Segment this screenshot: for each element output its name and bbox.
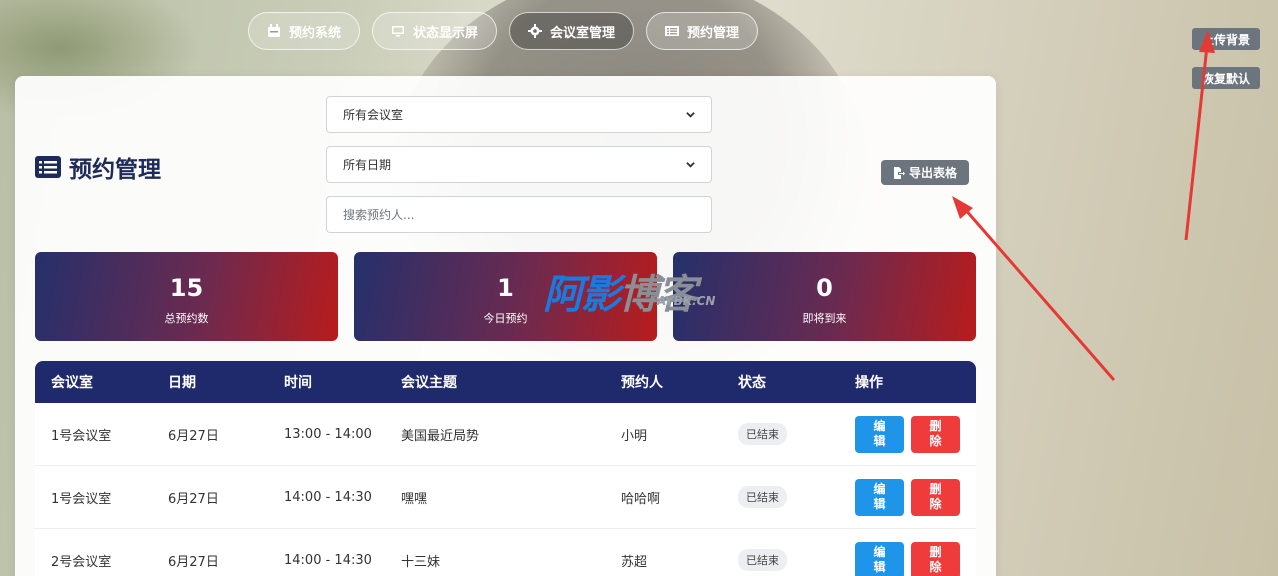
cell-status: 已结束 [722,549,839,571]
watermark-sub: AYBK.CN [657,294,716,308]
export-table-button[interactable]: 导出表格 [881,160,970,185]
stat-value: 15 [169,274,204,302]
delete-label: 删 [929,545,942,559]
cell-time: 13:00 - 14:00 [284,426,372,442]
table-row: 2号会议室 6月27日 14:00 - 14:30 十三妹 苏超 已结束 编辑 … [35,529,976,576]
cell-room: 1号会议室 [51,428,112,444]
nav-label: 预约系统 [289,25,342,41]
cell-actions: 编辑 删除 [839,541,976,576]
list-icon [665,26,680,36]
nav-room-management[interactable]: 会议室管理 [509,12,635,50]
nav-booking-management[interactable]: 预约管理 [646,12,759,50]
nav-label: 预约管理 [687,25,740,41]
edit-button[interactable]: 编辑 [855,541,904,576]
room-filter-value: 所有会议室 [343,108,404,122]
cell-status: 已结束 [722,423,839,445]
edit-button[interactable]: 编辑 [855,478,904,516]
cell-status: 已结束 [722,486,839,508]
status-badge: 已结束 [738,423,787,445]
edit-button[interactable]: 编辑 [855,415,904,453]
table-row: 1号会议室 6月27日 13:00 - 14:00 美国最近局势 小明 已结束 … [35,403,976,466]
file-export-icon [894,166,905,179]
status-badge: 已结束 [738,486,787,508]
list-icon [35,156,61,178]
cell-topic: 美国最近局势 [401,428,480,444]
cell-person: 哈哈啊 [621,491,661,507]
status-badge: 已结束 [738,549,787,571]
cell-actions: 编辑 删除 [839,415,976,453]
cell-topic: 十三妹 [401,554,441,570]
edit-label: 编 [873,545,886,559]
delete-label: 删 [929,419,942,433]
cell-topic: 嘿嘿 [401,491,428,507]
cell-date: 6月27日 [168,554,219,570]
cell-room: 2号会议室 [51,554,112,570]
cell-time: 14:00 - 14:30 [284,489,372,505]
column-header: 日期 [168,375,196,391]
edit-label: 编 [873,419,886,433]
monitor-icon [392,26,405,37]
delete-button[interactable]: 删除 [911,415,960,453]
top-nav: 预约系统 状态显示屏 会议室管理 预约管理 [248,12,759,50]
delete-label: 删 [929,482,942,496]
edit-label: 辑 [873,497,886,511]
column-header: 时间 [284,375,312,391]
chevron-down-icon [686,112,695,118]
booking-management-card: 预约管理 所有会议室 所有日期 搜索预约人... 导出表格 15 总预约数 1 … [15,76,996,576]
nav-label: 状态显示屏 [413,25,479,41]
column-header: 预约人 [621,375,663,391]
cell-date: 6月27日 [168,491,219,507]
export-label: 导出表格 [909,166,958,180]
nav-label: 会议室管理 [550,25,616,41]
table-header: 会议室 日期 时间 会议主题 预约人 状态 操作 [35,361,976,403]
edit-label: 编 [873,482,886,496]
search-placeholder: 搜索预约人... [343,208,415,222]
calendar-icon [268,24,280,37]
bookings-table: 会议室 日期 时间 会议主题 预约人 状态 操作 1号会议室 6月27日 13:… [35,361,976,576]
chevron-down-icon [686,162,695,168]
column-header: 状态 [738,375,766,391]
edit-label: 辑 [873,560,886,574]
cell-date: 6月27日 [168,428,219,444]
page-title: 预约管理 [35,150,161,184]
stat-label: 即将到来 [802,312,847,325]
cell-person: 小明 [621,428,648,444]
column-header: 会议室 [51,375,93,391]
stat-total-bookings: 15 总预约数 [35,252,338,341]
search-booker-input[interactable]: 搜索预约人... [326,196,712,233]
watermark-main: 阿影博客 [543,262,697,320]
date-filter-select[interactable]: 所有日期 [326,146,712,183]
cell-actions: 编辑 删除 [839,478,976,516]
column-header: 操作 [855,375,883,391]
cell-time: 14:00 - 14:30 [284,552,372,568]
delete-label: 除 [929,434,942,448]
room-filter-select[interactable]: 所有会议室 [326,96,712,133]
gear-icon [528,24,543,38]
watermark-logo: 阿影博客 AYBK.CN [543,262,715,320]
page-title-text: 预约管理 [69,157,161,183]
reset-default-button[interactable]: 恢复默认 [1191,67,1260,89]
nav-status-screen[interactable]: 状态显示屏 [372,12,498,50]
watermark-main-a: 阿影 [543,272,621,318]
edit-label: 辑 [873,434,886,448]
delete-label: 除 [929,560,942,574]
delete-label: 除 [929,497,942,511]
cell-person: 苏超 [621,554,648,570]
column-header: 会议主题 [401,375,457,391]
upload-background-button[interactable]: 上传背景 [1191,28,1260,50]
arrow-to-upload-button [1184,30,1215,241]
stat-value: 0 [816,274,833,302]
delete-button[interactable]: 删除 [911,541,960,576]
cell-room: 1号会议室 [51,491,112,507]
delete-button[interactable]: 删除 [911,478,960,516]
table-row: 1号会议室 6月27日 14:00 - 14:30 嘿嘿 哈哈啊 已结束 编辑 … [35,466,976,529]
stat-upcoming: 0 即将到来 [673,252,976,341]
nav-booking-system[interactable]: 预约系统 [248,12,361,50]
date-filter-value: 所有日期 [343,158,392,172]
stat-label: 总预约数 [164,312,209,325]
